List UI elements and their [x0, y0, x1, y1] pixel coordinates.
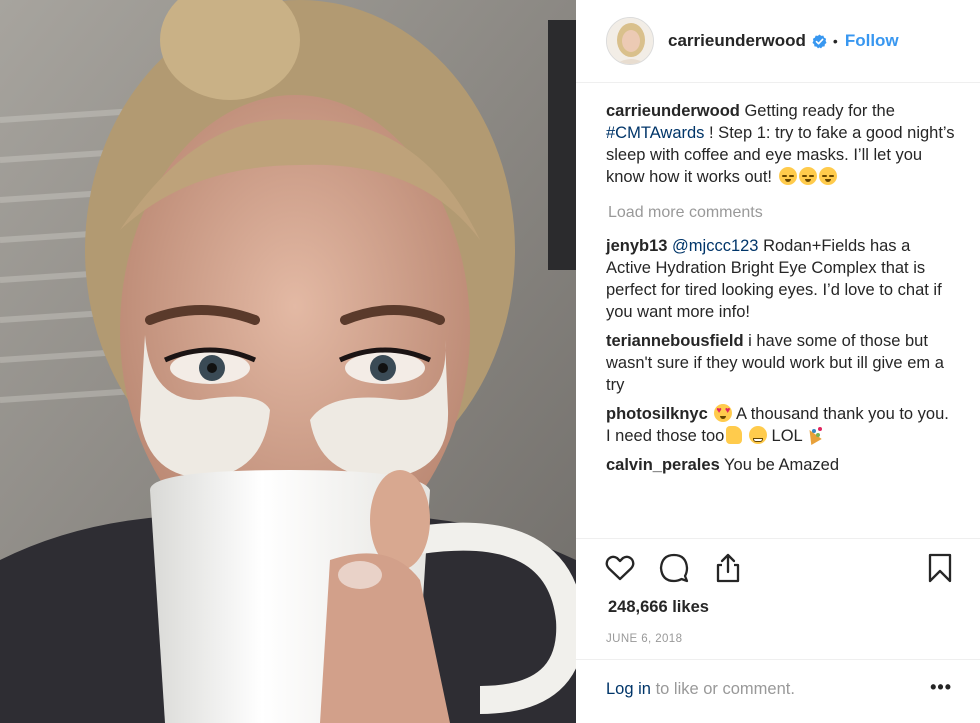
- divider: [576, 659, 980, 660]
- comment-username[interactable]: calvin_perales: [606, 456, 720, 474]
- list-item: calvin_perales You be Amazed: [606, 454, 956, 476]
- comment-mention[interactable]: @mjccc123: [672, 237, 758, 255]
- comment-bubble-icon[interactable]: [658, 552, 690, 584]
- comments-list: carrieunderwood Getting ready for the #C…: [606, 100, 956, 483]
- likes-count[interactable]: 248,666 likes: [608, 598, 709, 617]
- action-bar: [604, 552, 956, 584]
- follow-button[interactable]: Follow: [845, 31, 899, 51]
- heart-icon[interactable]: [604, 552, 636, 584]
- sleeping-face-icon: [818, 167, 837, 185]
- post-date[interactable]: JUNE 6, 2018: [606, 633, 682, 645]
- more-options-button[interactable]: •••: [930, 677, 952, 698]
- comment-username[interactable]: photosilknyc: [606, 405, 708, 423]
- divider: [576, 538, 980, 539]
- comment-username[interactable]: teriannebousfield: [606, 332, 744, 350]
- verified-badge-icon: [812, 33, 827, 48]
- caption-text-before: Getting ready for the: [744, 102, 895, 120]
- thumbs-up-icon: [726, 426, 743, 444]
- party-popper-icon: [805, 426, 823, 444]
- login-link[interactable]: Log in: [606, 680, 651, 698]
- post-details-panel: carrieunderwood • Follow carrieunderwood…: [576, 0, 980, 723]
- grinning-face-icon: [748, 426, 767, 444]
- caption-hashtag[interactable]: #CMTAwards: [606, 124, 704, 142]
- list-item: photosilknyc A thousand thank you to you…: [606, 403, 956, 447]
- share-icon[interactable]: [712, 552, 744, 584]
- login-prompt: Log in to like or comment. •••: [606, 677, 952, 699]
- sleeping-face-icon: [778, 167, 797, 185]
- bookmark-icon[interactable]: [924, 552, 956, 584]
- comment-text: You be Amazed: [724, 456, 840, 474]
- caption: carrieunderwood Getting ready for the #C…: [606, 100, 956, 188]
- selfie-image: [0, 0, 576, 723]
- comment-username[interactable]: jenyb13: [606, 237, 667, 255]
- caption-username[interactable]: carrieunderwood: [606, 102, 740, 120]
- post-header: carrieunderwood • Follow: [576, 0, 980, 83]
- heart-eyes-icon: [714, 404, 733, 422]
- list-item: teriannebousfield i have some of those b…: [606, 330, 956, 396]
- author-username[interactable]: carrieunderwood: [668, 31, 806, 51]
- avatar-image: [607, 18, 653, 64]
- login-prompt-text: to like or comment.: [655, 680, 795, 698]
- list-item: jenyb13 @mjccc123 Rodan+Fields has a Act…: [606, 235, 956, 323]
- load-more-comments-button[interactable]: Load more comments: [608, 202, 956, 224]
- avatar[interactable]: [606, 17, 654, 65]
- header-separator: •: [832, 33, 838, 49]
- sleeping-face-icon: [798, 167, 817, 185]
- post-photo[interactable]: [0, 0, 576, 723]
- comment-text-after: LOL: [771, 427, 803, 445]
